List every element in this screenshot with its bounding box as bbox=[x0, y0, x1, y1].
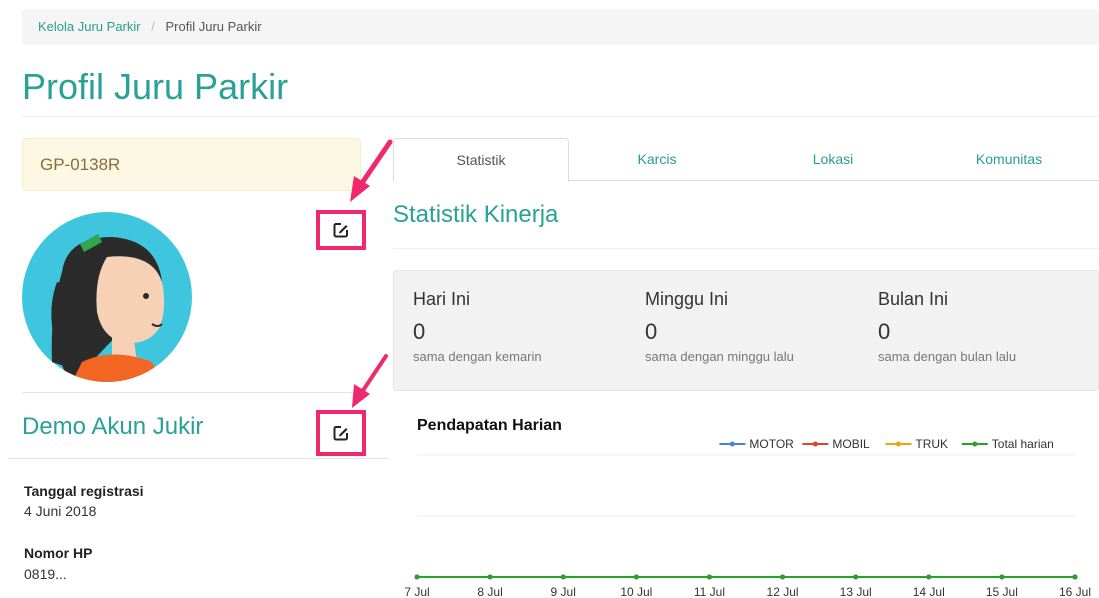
data-point bbox=[853, 574, 859, 580]
x-tick-label: 16 Jul bbox=[1059, 585, 1091, 598]
divider bbox=[22, 392, 361, 393]
registration-label: Tanggal registrasi bbox=[24, 483, 144, 499]
legend-entry: MOBIL bbox=[832, 437, 870, 451]
edit-square-icon bbox=[333, 426, 348, 441]
x-tick-label: 13 Jul bbox=[840, 585, 872, 598]
stat-label: Bulan Ini bbox=[878, 289, 949, 309]
data-point bbox=[560, 574, 566, 580]
stat-label: Hari Ini bbox=[413, 289, 471, 309]
legend-marker bbox=[729, 441, 735, 447]
breadcrumb-link-kelola[interactable]: Kelola Juru Parkir bbox=[38, 19, 141, 34]
data-point bbox=[633, 574, 639, 580]
profile-tabs: Statistik Karcis Lokasi Komunitas bbox=[393, 138, 1099, 182]
data-point bbox=[706, 574, 712, 580]
page-title: Profil Juru Parkir bbox=[22, 66, 289, 107]
breadcrumb-separator: / bbox=[151, 19, 155, 34]
edit-square-icon bbox=[333, 223, 348, 238]
stats-panel: Hari Ini 0 sama dengan kemarin Minggu In… bbox=[393, 270, 1099, 391]
jukir-name: Demo Akun Jukir bbox=[22, 413, 204, 440]
x-tick-label: 15 Jul bbox=[986, 585, 1018, 598]
x-tick-label: 11 Jul bbox=[694, 585, 725, 598]
tab-komunitas[interactable]: Komunitas bbox=[921, 138, 1097, 180]
breadcrumb-current: Profil Juru Parkir bbox=[165, 19, 262, 34]
legend-entry: TRUK bbox=[915, 437, 948, 451]
data-point bbox=[1072, 574, 1078, 580]
section-title: Statistik Kinerja bbox=[393, 201, 559, 228]
data-point bbox=[926, 574, 932, 580]
x-tick-label: 12 Jul bbox=[767, 585, 799, 598]
registration-value: 4 Juni 2018 bbox=[24, 503, 97, 519]
tab-karcis[interactable]: Karcis bbox=[569, 138, 745, 180]
phone-label: Nomor HP bbox=[24, 545, 93, 561]
tab-statistik[interactable]: Statistik bbox=[393, 138, 569, 182]
x-tick-label: 10 Jul bbox=[620, 585, 652, 598]
stat-month: Bulan Ini 0 sama dengan bulan lalu bbox=[878, 289, 1016, 364]
chart-svg: MOTOR MOBIL TRUK Total harian 7 Jul 8 Jul 9 Ju… bbox=[404, 437, 1091, 598]
divider bbox=[393, 248, 1099, 249]
stat-label: Minggu Ini bbox=[645, 289, 729, 309]
divider bbox=[8, 458, 388, 459]
jukir-code-box: GP-0138R bbox=[22, 138, 361, 191]
legend-marker bbox=[812, 441, 818, 447]
stat-value: 0 bbox=[413, 319, 426, 344]
legend-entry: MOTOR bbox=[749, 437, 794, 451]
edit-profile-button[interactable] bbox=[316, 410, 366, 456]
pointer-arrow-icon bbox=[350, 139, 393, 202]
data-point bbox=[780, 574, 786, 580]
data-point bbox=[414, 574, 420, 580]
legend-entry: Total harian bbox=[992, 437, 1054, 451]
stat-compare: sama dengan bulan lalu bbox=[878, 349, 1017, 364]
legend-marker bbox=[972, 441, 978, 447]
x-tick-label: 8 Jul bbox=[477, 585, 502, 598]
tab-lokasi[interactable]: Lokasi bbox=[745, 138, 921, 180]
stat-today: Hari Ini 0 sama dengan kemarin bbox=[413, 289, 542, 364]
legend-marker bbox=[895, 441, 901, 447]
data-point bbox=[999, 574, 1005, 580]
data-point bbox=[487, 574, 493, 580]
phone-value: 0819... bbox=[24, 566, 67, 582]
divider bbox=[22, 116, 1099, 117]
pointer-arrow-icon bbox=[352, 354, 388, 408]
x-tick-label: 14 Jul bbox=[913, 585, 945, 598]
stat-week: Minggu Ini 0 sama dengan minggu lalu bbox=[645, 289, 794, 364]
breadcrumb: Kelola Juru Parkir / Profil Juru Parkir bbox=[22, 9, 1099, 45]
stat-value: 0 bbox=[645, 319, 658, 344]
daily-revenue-chart: Pendapatan Harian MOTOR MOBIL TRUK Total ha… bbox=[393, 405, 1099, 598]
stat-compare: sama dengan minggu lalu bbox=[645, 349, 794, 364]
x-tick-label: 9 Jul bbox=[551, 585, 576, 598]
stat-value: 0 bbox=[878, 319, 891, 344]
edit-photo-button[interactable] bbox=[316, 210, 366, 250]
stat-compare: sama dengan kemarin bbox=[413, 349, 542, 364]
x-tick-label: 7 Jul bbox=[404, 585, 429, 598]
avatar bbox=[22, 212, 192, 382]
